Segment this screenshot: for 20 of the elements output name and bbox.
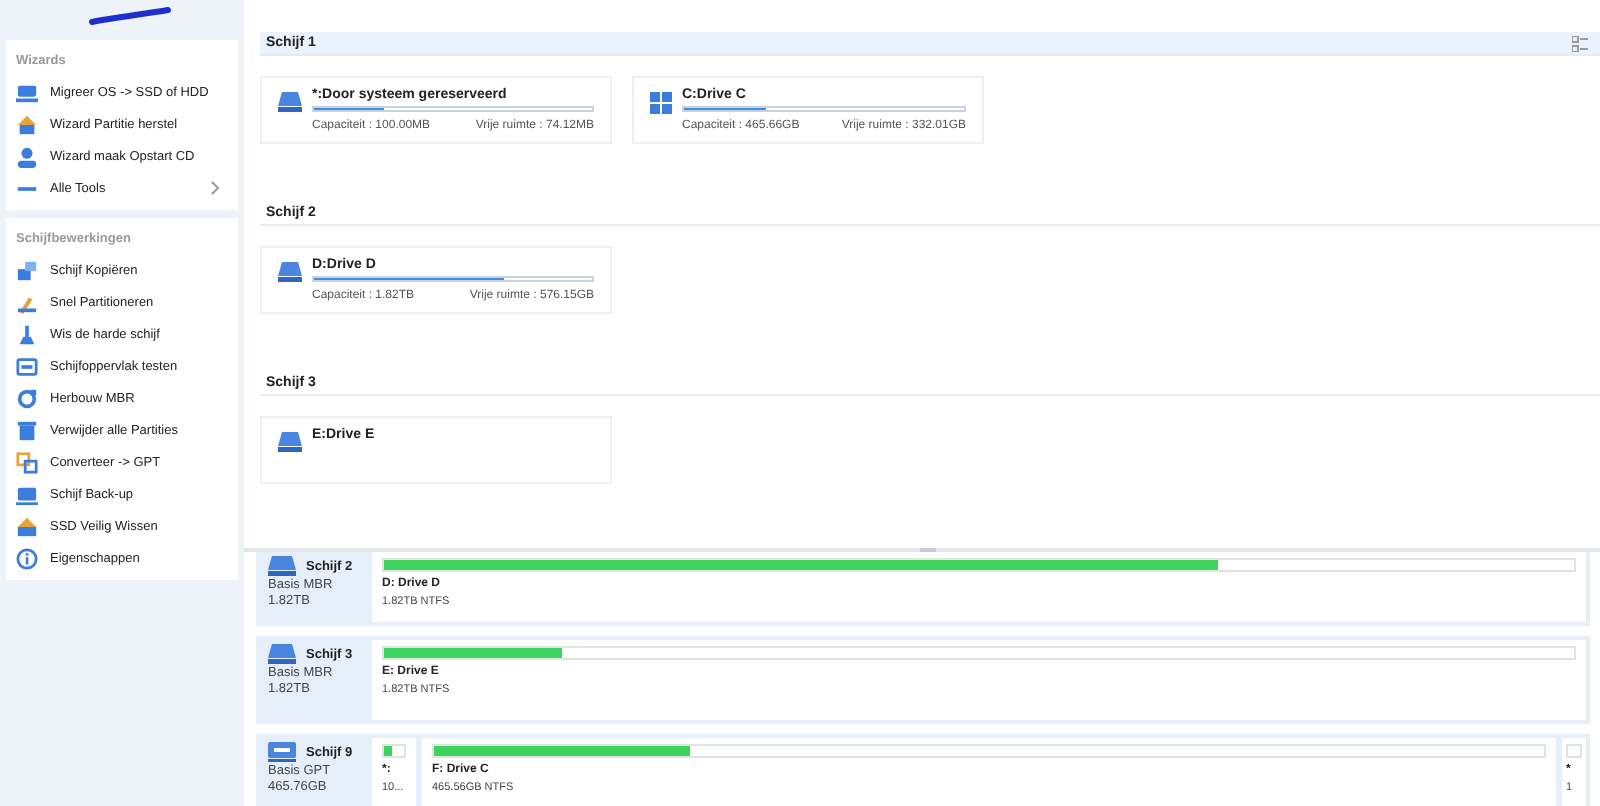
windows-icon (650, 92, 672, 114)
drive-icon (278, 92, 302, 112)
drive-icon (278, 262, 302, 282)
info-icon (16, 547, 38, 569)
drive-icon (278, 432, 302, 452)
house-icon (16, 113, 38, 135)
trash-icon (16, 419, 38, 441)
splitter-handle[interactable] (920, 548, 936, 552)
list-icon[interactable] (1572, 35, 1588, 51)
refresh-icon (16, 387, 38, 409)
usage-bar (1566, 744, 1582, 758)
pen-scribble (88, 6, 172, 26)
chevron-icon (210, 180, 220, 196)
person-icon (16, 145, 38, 167)
monitor-icon (16, 81, 38, 103)
copy-icon (16, 259, 38, 281)
convert-icon (16, 451, 38, 473)
backup-icon (16, 483, 38, 505)
scan-icon (16, 355, 38, 377)
broom-icon (16, 323, 38, 345)
